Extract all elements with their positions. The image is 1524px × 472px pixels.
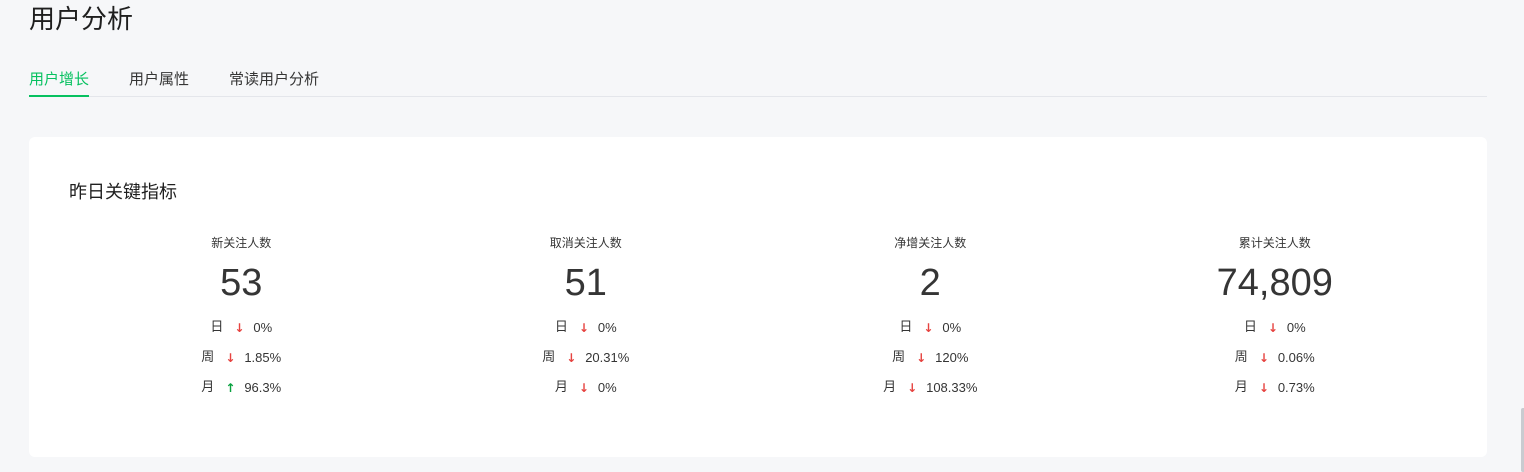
change-percent: 0%: [597, 380, 617, 395]
tab-bar: 用户增长 用户属性 常读用户分析: [29, 62, 1487, 97]
change-percent: 0%: [1286, 320, 1306, 335]
metric-changes: 日 ↓ 0% 周 ↓ 20.31% 月 ↓ 0%: [542, 313, 629, 403]
metric-unfollowers: 取消关注人数 51 日 ↓ 0% 周 ↓ 20.31% 月 ↓ 0%: [414, 233, 759, 403]
metric-net-followers: 净增关注人数 2 日 ↓ 0% 周 ↓ 120% 月 ↓ 108.33%: [758, 233, 1103, 403]
change-percent: 108.33%: [926, 380, 978, 395]
change-row-week: 周 ↓ 1.85%: [201, 343, 281, 373]
change-row-week: 周 ↓ 20.31%: [542, 343, 629, 373]
page-title: 用户分析: [29, 5, 134, 35]
metric-label: 取消关注人数: [549, 236, 622, 250]
period-label: 日: [554, 320, 568, 335]
change-row-month: 月 ↓ 108.33%: [883, 373, 977, 403]
period-label: 周: [1234, 350, 1248, 365]
period-label: 周: [201, 350, 215, 365]
metric-changes: 日 ↓ 0% 周 ↓ 1.85% 月 ↑ 96.3%: [201, 313, 281, 403]
change-percent: 0%: [942, 320, 962, 335]
metric-value: 74,809: [1216, 262, 1333, 304]
arrow-down-icon: ↓: [566, 351, 577, 365]
period-label: 月: [1234, 380, 1248, 395]
change-row-month: 月 ↓ 0.73%: [1235, 373, 1315, 403]
change-percent: 96.3%: [244, 380, 282, 395]
period-label: 日: [210, 320, 224, 335]
arrow-down-icon: ↓: [1267, 321, 1278, 335]
change-row-day: 日 ↓ 0%: [555, 313, 617, 343]
arrow-down-icon: ↓: [1258, 351, 1269, 365]
period-label: 日: [1243, 320, 1257, 335]
arrow-up-icon: ↑: [225, 381, 236, 395]
change-percent: 0.73%: [1277, 380, 1315, 395]
period-label: 月: [883, 380, 897, 395]
period-label: 日: [899, 320, 913, 335]
metric-total-followers: 累计关注人数 74,809 日 ↓ 0% 周 ↓ 0.06% 月 ↓ 0.73%: [1103, 233, 1448, 403]
arrow-down-icon: ↓: [1258, 381, 1269, 395]
metric-label: 新关注人数: [211, 236, 272, 250]
metric-label: 累计关注人数: [1238, 236, 1311, 250]
metric-changes: 日 ↓ 0% 周 ↓ 0.06% 月 ↓ 0.73%: [1235, 313, 1315, 403]
change-row-month: 月 ↑ 96.3%: [201, 373, 281, 403]
arrow-down-icon: ↓: [225, 351, 236, 365]
tab-user-growth[interactable]: 用户增长: [29, 62, 90, 97]
change-percent: 20.31%: [585, 350, 630, 365]
arrow-down-icon: ↓: [234, 321, 245, 335]
period-label: 周: [542, 350, 556, 365]
arrow-down-icon: ↓: [916, 351, 927, 365]
arrow-down-icon: ↓: [578, 321, 589, 335]
tab-user-attributes[interactable]: 用户属性: [129, 62, 189, 96]
arrow-down-icon: ↓: [923, 321, 934, 335]
change-row-day: 日 ↓ 0%: [210, 313, 272, 343]
arrow-down-icon: ↓: [907, 381, 918, 395]
metric-value: 2: [919, 262, 941, 304]
arrow-down-icon: ↓: [578, 381, 589, 395]
change-percent: 120%: [935, 350, 969, 365]
period-label: 月: [201, 380, 215, 395]
tab-frequent-readers[interactable]: 常读用户分析: [229, 62, 319, 96]
metric-value: 53: [220, 262, 263, 304]
metric-changes: 日 ↓ 0% 周 ↓ 120% 月 ↓ 108.33%: [883, 313, 977, 403]
key-metrics-card: 昨日关键指标 新关注人数 53 日 ↓ 0% 周 ↓ 1.85% 月 ↑ 96.…: [29, 137, 1487, 457]
change-row-week: 周 ↓ 120%: [892, 343, 968, 373]
card-title: 昨日关键指标: [69, 182, 177, 203]
metric-label: 净增关注人数: [894, 236, 967, 250]
period-label: 周: [892, 350, 906, 365]
metric-new-followers: 新关注人数 53 日 ↓ 0% 周 ↓ 1.85% 月 ↑ 96.3%: [69, 233, 414, 403]
change-percent: 0%: [253, 320, 273, 335]
period-label: 月: [554, 380, 568, 395]
change-row-day: 日 ↓ 0%: [1244, 313, 1306, 343]
change-percent: 0.06%: [1277, 350, 1315, 365]
change-percent: 0%: [597, 320, 617, 335]
metric-value: 51: [564, 262, 607, 304]
metrics-row: 新关注人数 53 日 ↓ 0% 周 ↓ 1.85% 月 ↑ 96.3% 取消关注…: [69, 233, 1447, 403]
change-row-week: 周 ↓ 0.06%: [1235, 343, 1315, 373]
change-percent: 1.85%: [244, 350, 282, 365]
change-row-month: 月 ↓ 0%: [555, 373, 617, 403]
change-row-day: 日 ↓ 0%: [899, 313, 961, 343]
